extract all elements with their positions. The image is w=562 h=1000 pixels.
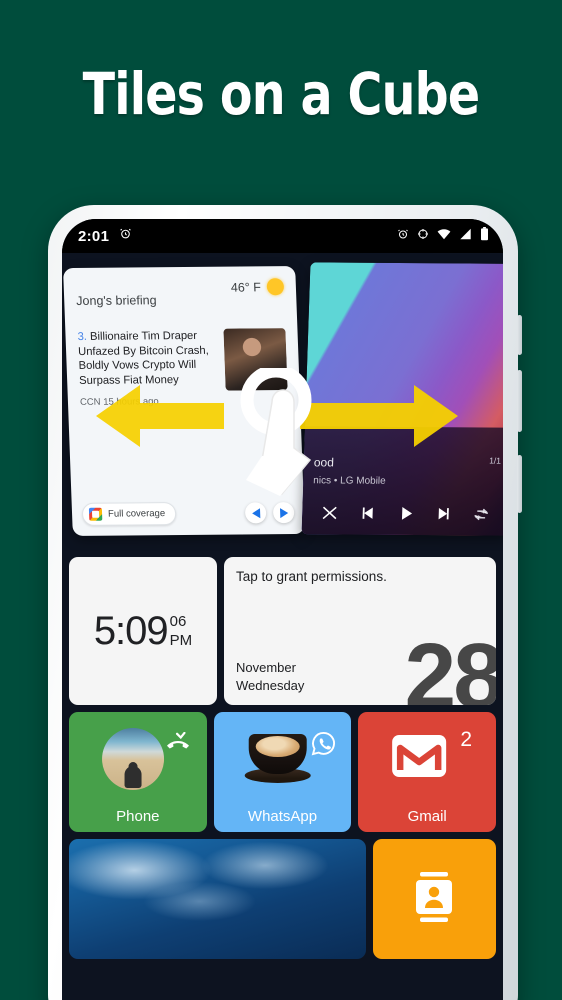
calendar-tile[interactable]: Tap to grant permissions. November Wedne… [224, 557, 496, 705]
tile-row-clock-calendar: 5:09 06 PM Tap to grant permissions. Nov… [69, 557, 496, 705]
contacts-icon [411, 871, 457, 928]
status-bar: 2:01 [62, 219, 503, 253]
latte-foam [255, 736, 300, 757]
battery-icon [480, 226, 489, 246]
page-title: Tiles on a Cube [82, 60, 480, 128]
coffee-cup-image [244, 728, 311, 786]
gmail-icon [391, 734, 447, 783]
play-icon[interactable] [397, 505, 415, 527]
calendar-date-text: November Wednesday [236, 659, 304, 695]
clock-seconds: 06 [169, 613, 187, 630]
full-coverage-button[interactable]: Full coverage [81, 502, 177, 526]
tile-grid: 5:09 06 PM Tap to grant permissions. Nov… [62, 551, 503, 959]
phone-device-frame: 2:01 Jong's briefing 46° F 3. Billionair… [48, 205, 522, 1000]
news-headline-text: Billionaire Tim Draper Unfazed By Bitcoi… [77, 329, 209, 387]
avatar [101, 728, 164, 790]
app-tile-contacts[interactable] [372, 839, 496, 959]
photo-tile-sky[interactable] [69, 839, 366, 959]
whatsapp-icon [310, 730, 337, 762]
status-bar-right [397, 226, 489, 246]
hand-swipe-cursor [232, 364, 328, 505]
news-prev-button[interactable] [244, 502, 267, 524]
google-news-icon [88, 507, 103, 521]
phone-screen: 2:01 Jong's briefing 46° F 3. Billionair… [62, 219, 503, 1000]
weather-summary[interactable]: 46° F [230, 278, 285, 296]
previous-track-icon[interactable] [359, 505, 377, 527]
tile-row-apps: Phone WhatsApp 2 Gmail [69, 712, 497, 832]
clock-ampm: PM [169, 632, 193, 649]
app-label: WhatsApp [247, 808, 318, 825]
tile-row-bottom [69, 839, 496, 959]
clock-time: 5:09 [93, 609, 169, 653]
swipe-left-arrow [96, 385, 224, 452]
alarm-icon [119, 227, 132, 245]
wifi-icon [437, 227, 451, 245]
missed-call-icon [165, 731, 191, 759]
next-track-icon[interactable] [435, 505, 453, 527]
clock-suffix: 06 PM [170, 614, 193, 649]
sun-icon [266, 278, 285, 296]
chevron-left-icon [251, 507, 260, 518]
clock-display: 5:09 06 PM [94, 611, 192, 651]
calendar-weekday: Wednesday [236, 678, 305, 693]
music-transport-controls [302, 504, 503, 527]
app-tile-gmail[interactable]: 2 Gmail [358, 712, 497, 832]
news-next-button[interactable] [272, 502, 295, 524]
clock-tile[interactable]: 5:09 06 PM [69, 557, 217, 705]
location-icon [417, 227, 429, 245]
app-label: Gmail [407, 808, 447, 825]
alarm-icon [397, 227, 409, 245]
volume-down-button[interactable] [517, 370, 522, 432]
news-widget-header: Jong's briefing 46° F [75, 278, 285, 308]
status-bar-left: 2:01 [78, 227, 132, 245]
repeat-icon[interactable] [473, 506, 490, 527]
app-label: Phone [116, 808, 160, 825]
app-tile-phone[interactable]: Phone [69, 712, 207, 832]
calendar-month: November [236, 660, 296, 675]
news-headline: 3. Billionaire Tim Draper Unfazed By Bit… [77, 329, 217, 388]
news-nav-controls [244, 502, 295, 524]
calendar-permission-text[interactable]: Tap to grant permissions. [236, 569, 484, 584]
coffee-photo [244, 728, 311, 786]
signal-icon [459, 227, 472, 245]
screenshot-root: Tiles on a Cube 2:01 Jong's briefing 46°… [0, 0, 562, 1000]
chevron-right-icon [279, 507, 288, 518]
status-bar-clock: 2:01 [78, 227, 110, 245]
avatar-body [124, 766, 142, 788]
weather-temperature: 46° F [230, 279, 262, 295]
shuffle-icon[interactable] [320, 504, 338, 526]
gmail-unread-badge: 2 [460, 728, 473, 751]
music-queue-count: 1/1 [489, 455, 502, 466]
contact-photo [101, 728, 164, 790]
app-tile-whatsapp[interactable]: WhatsApp [213, 712, 352, 832]
briefing-title: Jong's briefing [76, 293, 157, 308]
power-button[interactable] [517, 455, 522, 513]
calendar-day-number: 28 [404, 624, 496, 706]
volume-up-button[interactable] [517, 315, 522, 355]
news-rank: 3. [77, 330, 88, 343]
full-coverage-label: Full coverage [107, 508, 166, 520]
